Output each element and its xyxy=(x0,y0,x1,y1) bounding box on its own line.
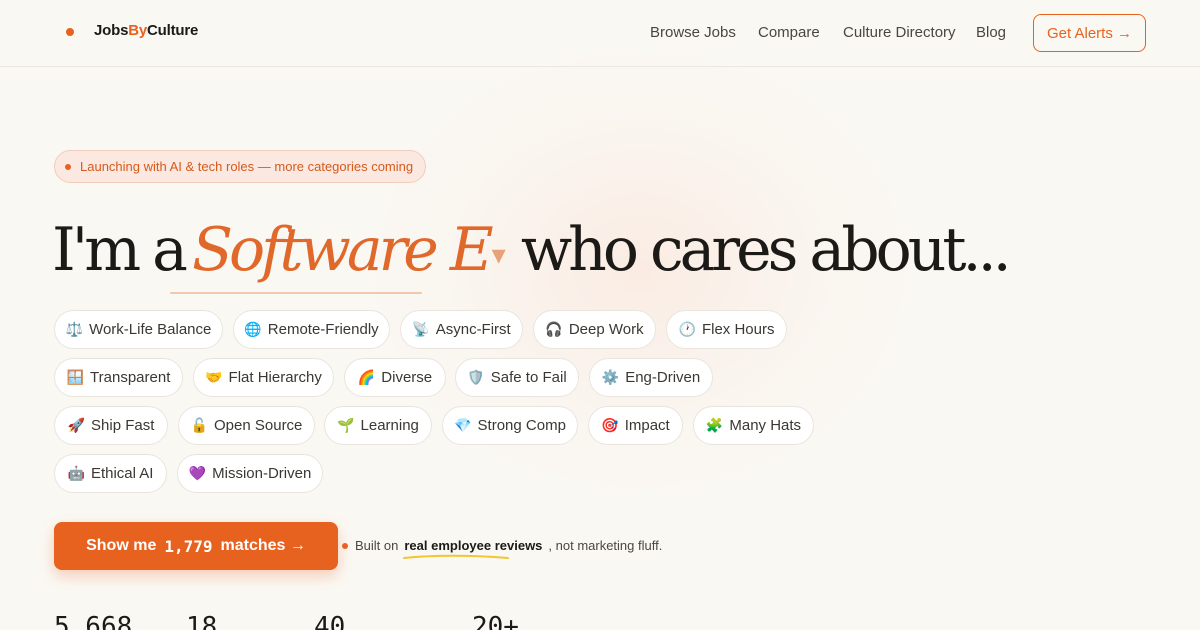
built-suffix: , not marketing fluff. xyxy=(548,538,663,553)
chip-label: Strong Comp xyxy=(477,417,566,434)
chip-remote-friendly[interactable]: 🌐 Remote-Friendly xyxy=(233,310,390,349)
unlock-icon: 🔓 xyxy=(190,417,209,433)
chip-mission-driven[interactable]: 💜 Mission-Driven xyxy=(177,454,323,493)
chip-label: Learning xyxy=(360,417,419,434)
chip-strong-comp[interactable]: 💎 Strong Comp xyxy=(442,406,578,445)
chip-deep-work[interactable]: 🎧 Deep Work xyxy=(533,310,656,349)
chip-label: Safe to Fail xyxy=(490,369,567,386)
purple-heart-icon: 💜 xyxy=(188,465,207,481)
shield-icon: 🛡️ xyxy=(467,369,485,385)
chip-safe-to-fail[interactable]: 🛡️ Safe to Fail xyxy=(455,358,579,397)
nav-browse-jobs[interactable]: Browse Jobs xyxy=(650,24,736,41)
built-prefix: Built on xyxy=(355,538,399,553)
chip-diverse[interactable]: 🌈 Diverse xyxy=(344,358,446,397)
headline-prefix: I'm a xyxy=(52,215,188,285)
puzzle-icon: 🧩 xyxy=(705,417,724,433)
chip-label: Async-First xyxy=(435,321,511,338)
site-header: JobsByCulture Browse Jobs Compare Cultur… xyxy=(0,0,1200,67)
show-matches-button[interactable]: Show me 1,779 matches → xyxy=(54,522,338,570)
chip-label: Eng-Driven xyxy=(625,369,701,386)
stat-value: 20+ xyxy=(472,612,519,630)
chip-label: Open Source xyxy=(214,417,303,434)
rainbow-icon: 🌈 xyxy=(357,369,376,385)
hero-headline: I'm a Software E▾ who cares about... xyxy=(52,210,1012,295)
handshake-icon: 🤝 xyxy=(205,369,223,385)
robot-icon: 🤖 xyxy=(67,465,85,481)
chip-label: Transparent xyxy=(90,369,171,386)
badge-text: Launching with AI & tech roles — more ca… xyxy=(80,159,414,174)
chip-flex-hours[interactable]: 🕐 Flex Hours xyxy=(666,310,787,349)
headline-suffix: who cares about... xyxy=(520,215,1012,285)
clock-icon: 🕐 xyxy=(678,321,696,337)
chip-label: Impact xyxy=(624,417,670,434)
get-alerts-button[interactable]: Get Alerts → xyxy=(1033,14,1146,52)
window-icon: 🪟 xyxy=(66,369,85,385)
squiggle-underline xyxy=(403,554,510,559)
role-underline xyxy=(170,292,422,294)
chip-transparent[interactable]: 🪟 Transparent xyxy=(54,358,183,397)
logo-text: JobsByCulture xyxy=(94,22,199,39)
chip-many-hats[interactable]: 🧩 Many Hats xyxy=(693,406,814,445)
gem-icon: 💎 xyxy=(454,417,472,433)
badge-dot-icon xyxy=(65,163,71,170)
logo-dot-icon xyxy=(66,28,74,36)
note-dot-icon xyxy=(342,542,348,549)
chip-eng-driven[interactable]: ⚙️ Eng-Driven xyxy=(589,358,713,397)
chip-label: Work-Life Balance xyxy=(89,321,212,338)
stat-value: 40 xyxy=(314,612,346,630)
chip-label: Deep Work xyxy=(568,321,644,338)
chip-label: Flex Hours xyxy=(701,321,775,338)
stat-value: 5,668 xyxy=(54,612,133,630)
rocket-icon: 🚀 xyxy=(67,417,86,433)
chip-flat-hierarchy[interactable]: 🤝 Flat Hierarchy xyxy=(193,358,334,397)
globe-icon: 🌐 xyxy=(244,321,262,337)
chip-label: Diverse xyxy=(381,369,433,386)
scales-icon: ⚖️ xyxy=(65,321,84,337)
match-count: 1,779 xyxy=(164,536,213,556)
satellite-icon: 📡 xyxy=(412,321,430,337)
caret-down-icon: ▾ xyxy=(491,238,506,271)
cta-prefix: Show me xyxy=(86,537,157,554)
gear-icon: ⚙️ xyxy=(601,369,620,385)
cta-suffix: matches → xyxy=(220,537,306,554)
chip-async-first[interactable]: 📡 Async-First xyxy=(400,310,523,349)
chip-label: Mission-Driven xyxy=(212,465,312,482)
nav-blog[interactable]: Blog xyxy=(976,24,1006,41)
chip-ethical-ai[interactable]: 🤖 Ethical AI xyxy=(54,454,167,493)
stat-value: 18 xyxy=(186,612,218,630)
headphones-icon: 🎧 xyxy=(545,321,563,337)
logo[interactable]: JobsByCulture xyxy=(66,22,198,39)
role-selector[interactable]: Software E▾ xyxy=(192,210,506,295)
chip-label: Remote-Friendly xyxy=(267,321,379,338)
seedling-icon: 🌱 xyxy=(337,417,355,433)
chip-work-life-balance[interactable]: ⚖️ Work-Life Balance xyxy=(54,310,223,349)
target-icon: 🎯 xyxy=(601,417,619,433)
chip-label: Ethical AI xyxy=(90,465,154,482)
chip-label: Many Hats xyxy=(729,417,802,434)
chip-label: Ship Fast xyxy=(91,417,155,434)
chip-open-source[interactable]: 🔓 Open Source xyxy=(178,406,315,445)
chip-impact[interactable]: 🎯 Impact xyxy=(588,406,683,445)
chip-learning[interactable]: 🌱 Learning xyxy=(324,406,432,445)
built-on-note: Built on real employee reviews , not mar… xyxy=(342,538,663,559)
nav-culture-directory[interactable]: Culture Directory xyxy=(843,24,956,41)
launch-badge: Launching with AI & tech roles — more ca… xyxy=(54,150,426,183)
chip-label: Flat Hierarchy xyxy=(228,369,322,386)
reviews-highlight: real employee reviews xyxy=(403,538,542,559)
nav-compare[interactable]: Compare xyxy=(758,24,820,41)
role-text: Software E xyxy=(191,215,494,285)
chip-ship-fast[interactable]: 🚀 Ship Fast xyxy=(54,406,168,445)
